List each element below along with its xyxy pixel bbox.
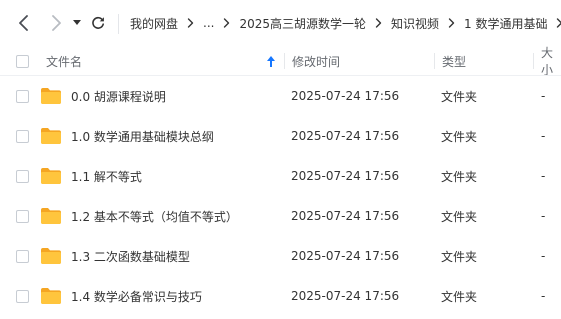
file-row[interactable]: 1.4 数学必备常识与技巧 2025-07-24 17:56 文件夹 - — [0, 276, 561, 316]
select-all-cell[interactable] — [16, 46, 29, 76]
file-row[interactable]: 1.0 数学通用基础模块总纲 2025-07-24 17:56 文件夹 - — [0, 116, 561, 156]
file-size: - — [541, 89, 546, 103]
file-modified: 2025-07-24 17:56 — [291, 89, 400, 103]
breadcrumb-item-collapsed[interactable]: ... — [203, 16, 214, 30]
column-header-size[interactable]: 大小 — [541, 46, 561, 77]
folder-icon — [40, 76, 62, 116]
row-checkbox-cell[interactable] — [16, 196, 29, 236]
column-separator[interactable] — [284, 53, 285, 69]
chevron-right-icon — [187, 18, 194, 28]
refresh-icon — [92, 16, 104, 29]
file-browser-window: 我的网盘 ... 2025高三胡源数学一轮 知识视频 1 数学通用基础 文件名 … — [0, 0, 561, 319]
row-checkbox[interactable] — [16, 169, 29, 183]
file-name[interactable]: 1.0 数学通用基础模块总纲 — [71, 116, 214, 156]
forward-button[interactable] — [44, 0, 68, 46]
file-name[interactable]: 1.2 基本不等式（均值不等式） — [71, 196, 238, 236]
file-name[interactable]: 0.0 胡源课程说明 — [71, 76, 166, 116]
folder-icon — [40, 236, 62, 276]
file-list-header: 文件名 修改时间 类型 大小 — [0, 46, 561, 77]
file-modified: 2025-07-24 17:56 — [291, 209, 400, 223]
file-size: - — [541, 169, 546, 183]
file-row[interactable]: 1.3 二次函数基础模型 2025-07-24 17:56 文件夹 - — [0, 236, 561, 276]
file-type: 文件夹 — [441, 249, 478, 264]
breadcrumb-item-videos[interactable]: 知识视频 — [391, 15, 439, 32]
row-checkbox[interactable] — [16, 249, 29, 263]
file-modified: 2025-07-24 17:56 — [291, 249, 400, 263]
file-type: 文件夹 — [441, 89, 478, 104]
row-checkbox-cell[interactable] — [16, 156, 29, 196]
arrow-up-icon — [267, 55, 275, 67]
file-size: - — [541, 249, 546, 263]
file-modified: 2025-07-24 17:56 — [291, 169, 400, 183]
caret-down-icon — [73, 20, 81, 25]
navigation-bar: 我的网盘 ... 2025高三胡源数学一轮 知识视频 1 数学通用基础 — [0, 0, 561, 46]
file-row[interactable]: 0.0 胡源课程说明 2025-07-24 17:56 文件夹 - — [0, 76, 561, 116]
row-checkbox-cell[interactable] — [16, 76, 29, 116]
file-size: - — [541, 209, 546, 223]
column-separator[interactable] — [434, 53, 435, 69]
history-dropdown-button[interactable] — [70, 0, 84, 46]
chevron-right-icon — [375, 18, 382, 28]
folder-icon — [40, 156, 62, 196]
file-modified: 2025-07-24 17:56 — [291, 289, 400, 303]
file-type: 文件夹 — [441, 289, 478, 304]
folder-icon — [40, 116, 62, 156]
column-header-type[interactable]: 类型 — [442, 46, 466, 76]
file-size: - — [541, 129, 546, 143]
breadcrumb-item-current[interactable]: 1 数学通用基础 — [464, 15, 547, 32]
chevron-right-icon — [223, 18, 230, 28]
nav-divider — [118, 14, 119, 34]
breadcrumb-item-course[interactable]: 2025高三胡源数学一轮 — [239, 15, 366, 32]
chevron-left-icon — [19, 15, 28, 31]
row-checkbox-cell[interactable] — [16, 236, 29, 276]
column-header-name[interactable]: 文件名 — [46, 46, 82, 76]
row-checkbox[interactable] — [16, 289, 29, 303]
row-checkbox-cell[interactable] — [16, 276, 29, 316]
file-modified: 2025-07-24 17:56 — [291, 129, 400, 143]
file-row[interactable]: 1.2 基本不等式（均值不等式） 2025-07-24 17:56 文件夹 - — [0, 196, 561, 236]
row-checkbox[interactable] — [16, 129, 29, 143]
file-type: 文件夹 — [441, 209, 478, 224]
row-checkbox[interactable] — [16, 89, 29, 103]
back-button[interactable] — [12, 0, 36, 46]
column-separator[interactable] — [533, 53, 534, 69]
breadcrumb: 我的网盘 ... 2025高三胡源数学一轮 知识视频 1 数学通用基础 — [130, 0, 561, 46]
file-row[interactable]: 1.1 解不等式 2025-07-24 17:56 文件夹 - — [0, 156, 561, 196]
breadcrumb-item-root[interactable]: 我的网盘 — [130, 15, 178, 32]
file-name[interactable]: 1.1 解不等式 — [71, 156, 142, 196]
file-type: 文件夹 — [441, 129, 478, 144]
column-header-modified[interactable]: 修改时间 — [292, 46, 340, 76]
select-all-checkbox[interactable] — [16, 54, 29, 68]
file-type: 文件夹 — [441, 169, 478, 184]
chevron-right-icon — [52, 15, 61, 31]
folder-icon — [40, 276, 62, 316]
chevron-right-icon[interactable] — [556, 18, 561, 28]
refresh-button[interactable] — [88, 0, 108, 46]
file-name[interactable]: 1.4 数学必备常识与技巧 — [71, 276, 202, 316]
row-checkbox-cell[interactable] — [16, 116, 29, 156]
file-size: - — [541, 289, 546, 303]
chevron-right-icon — [448, 18, 455, 28]
row-checkbox[interactable] — [16, 209, 29, 223]
folder-icon — [40, 196, 62, 236]
file-name[interactable]: 1.3 二次函数基础模型 — [71, 236, 190, 276]
sort-ascending-button[interactable] — [267, 46, 275, 76]
